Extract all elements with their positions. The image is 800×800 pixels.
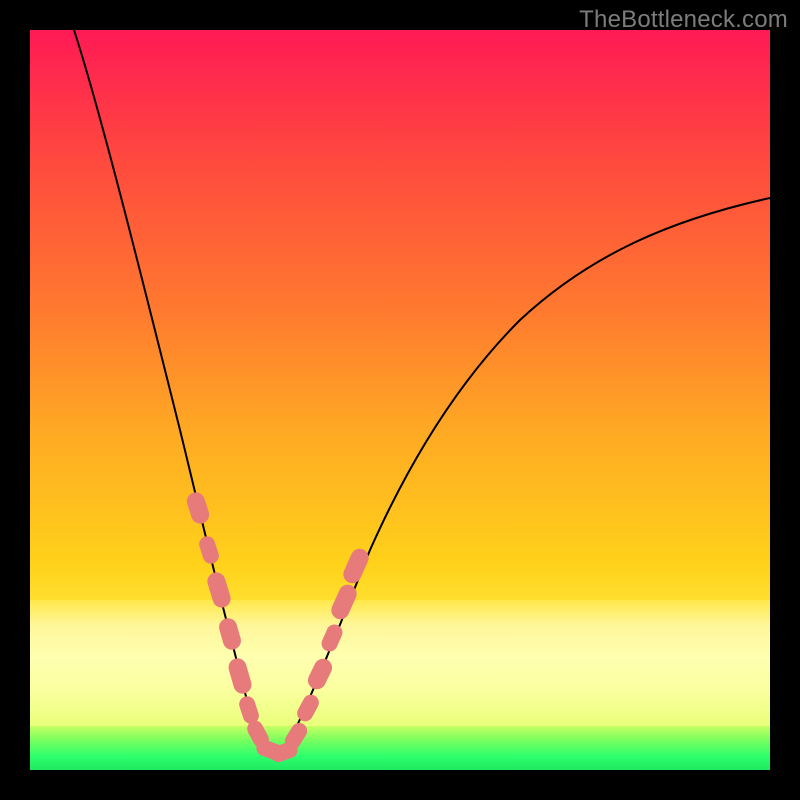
curve-marker	[217, 616, 243, 652]
curve-marker	[305, 656, 335, 693]
plot-area	[30, 30, 770, 770]
curve-marker	[197, 534, 221, 566]
bottleneck-curve-right	[282, 198, 770, 754]
marker-group	[184, 490, 371, 764]
curve-marker	[226, 656, 253, 696]
curve-overlay	[30, 30, 770, 770]
curve-marker	[205, 570, 233, 610]
curve-marker	[340, 546, 371, 586]
curve-marker	[294, 692, 321, 724]
curve-marker	[319, 622, 345, 654]
chart-stage: TheBottleneck.com	[0, 0, 800, 800]
curve-marker	[184, 490, 211, 526]
watermark-text: TheBottleneck.com	[579, 6, 788, 34]
